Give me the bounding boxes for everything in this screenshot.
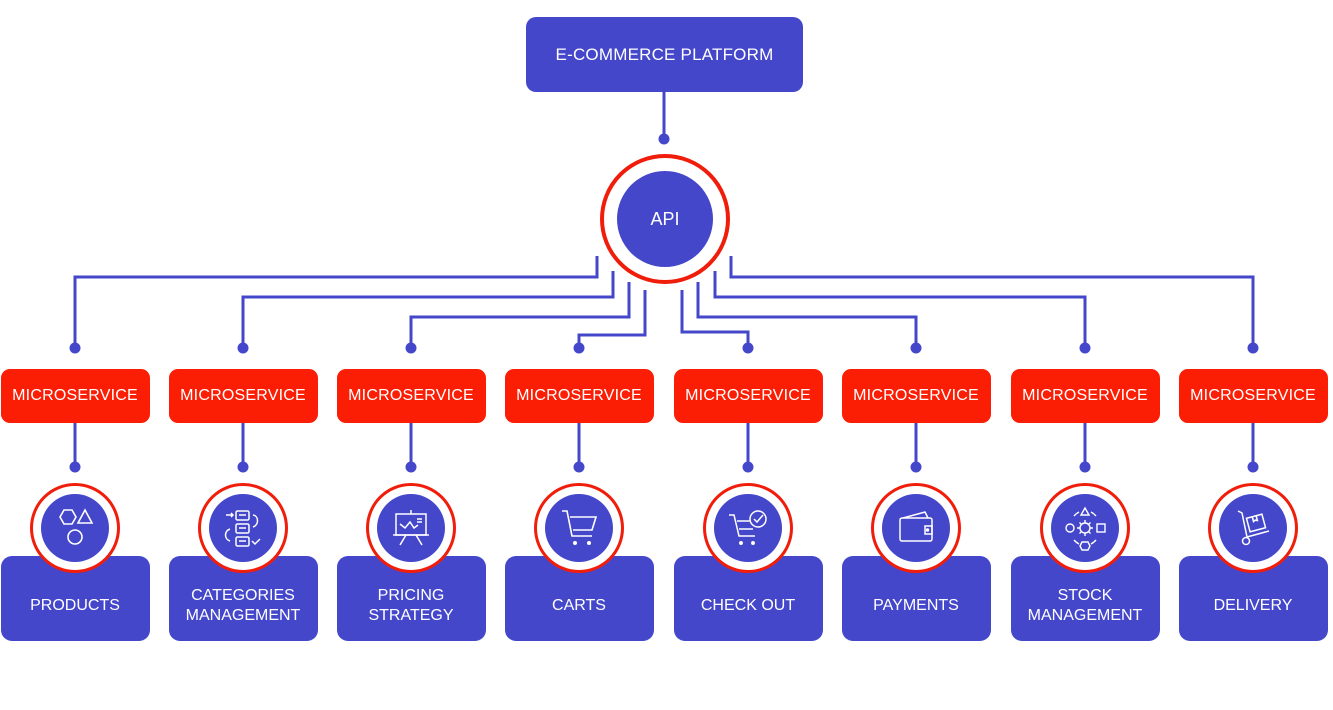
microservice-label: MICROSERVICE bbox=[1022, 387, 1148, 404]
connector-dot bbox=[742, 461, 754, 473]
service-icon-badge bbox=[1208, 483, 1298, 573]
connector-api-microservice bbox=[696, 282, 918, 348]
service-name: CARTS bbox=[552, 596, 606, 616]
microservice-box: MICROSERVICE bbox=[673, 369, 823, 423]
service-name-line: PRICING bbox=[377, 586, 445, 604]
connector-api-microservice bbox=[409, 282, 631, 348]
connector-api-microservice bbox=[713, 271, 1087, 348]
service-name-line: MANAGEMENT bbox=[1027, 606, 1143, 624]
service-icon-badge bbox=[366, 483, 456, 573]
connector-dot bbox=[573, 342, 585, 354]
connector-dot bbox=[69, 342, 81, 354]
connector-dot bbox=[69, 461, 81, 473]
connector-dot bbox=[1079, 342, 1091, 354]
service-name: STOCK MANAGEMENT bbox=[1028, 586, 1143, 626]
service-name: CATEGORIES MANAGEMENT bbox=[186, 586, 301, 626]
service-name-line: CARTS bbox=[552, 596, 606, 614]
service-name-line: STOCK bbox=[1057, 586, 1113, 604]
connector-dot bbox=[1247, 342, 1259, 354]
stock-gear-icon bbox=[1051, 494, 1119, 562]
connector-api-microservice bbox=[577, 290, 647, 348]
microservice-box: MICROSERVICE bbox=[1010, 369, 1160, 423]
microservice-box: MICROSERVICE bbox=[841, 369, 991, 423]
shapes-icon bbox=[41, 494, 109, 562]
platform-node: E-COMMERCE PLATFORM bbox=[526, 17, 803, 92]
connector-dot bbox=[405, 342, 417, 354]
microservice-label: MICROSERVICE bbox=[348, 387, 474, 404]
connector-dot bbox=[237, 342, 249, 354]
connector-dot bbox=[742, 342, 754, 354]
api-label: API bbox=[650, 208, 680, 229]
connector-api-microservice bbox=[680, 290, 750, 348]
wallet-icon bbox=[882, 494, 950, 562]
microservice-label: MICROSERVICE bbox=[180, 387, 306, 404]
service-name: DELIVERY bbox=[1214, 596, 1293, 616]
connector-dot bbox=[1247, 461, 1259, 473]
category-flow-icon bbox=[209, 494, 277, 562]
service-icon-badge bbox=[871, 483, 961, 573]
service-icon-badge bbox=[198, 483, 288, 573]
microservice-box: MICROSERVICE bbox=[336, 369, 486, 423]
service-icon-badge bbox=[703, 483, 793, 573]
service-name: CHECK OUT bbox=[701, 596, 795, 616]
microservice-box: MICROSERVICE bbox=[0, 369, 150, 423]
connector-dot bbox=[910, 461, 922, 473]
connector-dot bbox=[405, 461, 417, 473]
service-name-line: MANAGEMENT bbox=[185, 606, 301, 624]
connector-api-microservice bbox=[729, 256, 1255, 348]
microservice-label: MICROSERVICE bbox=[1190, 387, 1316, 404]
presentation-chart-icon bbox=[377, 494, 445, 562]
microservice-label: MICROSERVICE bbox=[685, 387, 811, 404]
service-name-line: CATEGORIES bbox=[191, 586, 295, 604]
microservice-box: MICROSERVICE bbox=[504, 369, 654, 423]
service-name-line: STRATEGY bbox=[368, 606, 454, 624]
connector-dot bbox=[573, 461, 585, 473]
microservice-box: MICROSERVICE bbox=[168, 369, 318, 423]
microservice-label: MICROSERVICE bbox=[12, 387, 138, 404]
microservice-label: MICROSERVICE bbox=[516, 387, 642, 404]
service-icon-badge bbox=[534, 483, 624, 573]
service-name: PRODUCTS bbox=[30, 596, 120, 616]
microservice-label: MICROSERVICE bbox=[853, 387, 979, 404]
hand-truck-icon bbox=[1219, 494, 1287, 562]
service-icon-badge bbox=[1040, 483, 1130, 573]
shopping-cart-icon bbox=[545, 494, 613, 562]
api-core: API bbox=[617, 171, 713, 267]
microservice-box: MICROSERVICE bbox=[1178, 369, 1328, 423]
connector-dot bbox=[1079, 461, 1091, 473]
api-node: API bbox=[600, 154, 730, 284]
service-name-line: DELIVERY bbox=[1213, 596, 1293, 614]
platform-label: E-COMMERCE PLATFORM bbox=[555, 44, 774, 64]
connector-api-microservice bbox=[73, 256, 599, 348]
connector-dot bbox=[237, 461, 249, 473]
connector-dot bbox=[910, 342, 922, 354]
connector-dot bbox=[658, 133, 670, 145]
service-name-line: PRODUCTS bbox=[30, 596, 120, 614]
service-name: PRICING STRATEGY bbox=[368, 586, 453, 626]
service-name-line: PAYMENTS bbox=[873, 596, 959, 614]
service-name: PAYMENTS bbox=[873, 596, 959, 616]
service-icon-badge bbox=[30, 483, 120, 573]
service-name-line: CHECK OUT bbox=[700, 596, 796, 614]
connector-api-microservice bbox=[241, 271, 615, 348]
cart-check-icon bbox=[714, 494, 782, 562]
